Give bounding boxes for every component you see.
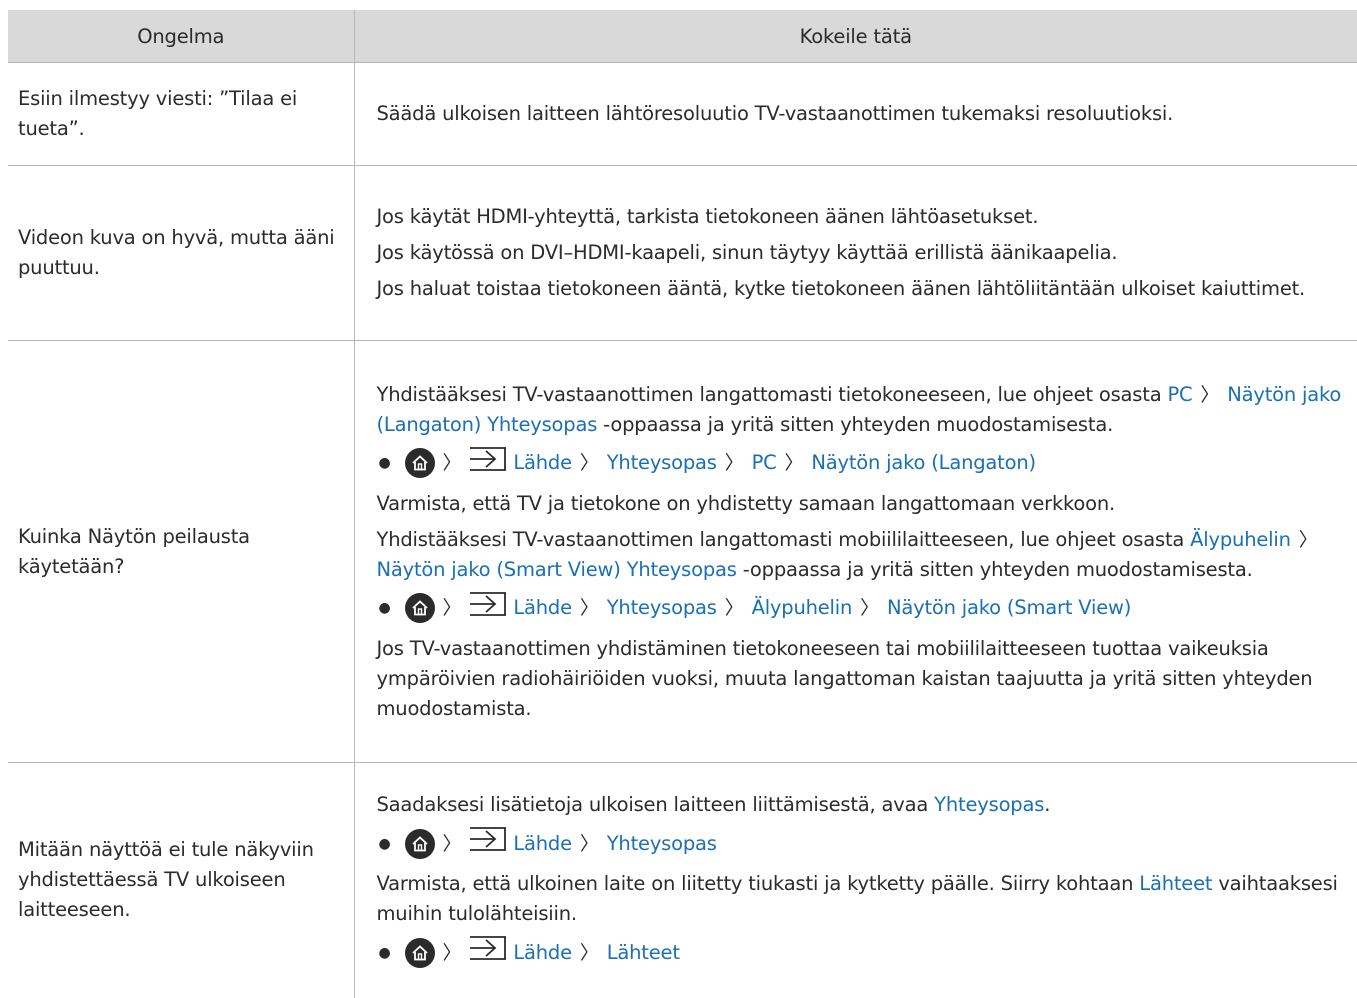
problem-cell: Kuinka Näytön peilausta käytetään? [8, 340, 355, 763]
path-item[interactable]: Lähde [513, 829, 572, 859]
link-pc[interactable]: PC [1167, 383, 1192, 406]
solution-cell: Säädä ulkoisen laitteen lähtöresoluutio … [354, 62, 1357, 166]
link-sources[interactable]: Lähteet [1139, 872, 1212, 895]
solution-text: Varmista, että ulkoinen laite on liitett… [376, 872, 1338, 926]
bullet: ● [378, 600, 391, 616]
path-item[interactable]: PC [752, 448, 777, 478]
table-row: Esiin ilmestyy viesti: ”Tilaa ei tueta”.… [8, 62, 1357, 166]
chevron-right-icon: 〉 [442, 597, 462, 619]
solution-text: Varmista, että TV ja tietokone on yhdist… [376, 491, 1116, 515]
bullet: ● [378, 944, 391, 961]
path-item[interactable]: Älypuhelin [752, 593, 853, 623]
path-item[interactable]: Yhteysopas [607, 829, 717, 859]
home-icon [404, 828, 435, 859]
path-item[interactable]: Lähde [513, 448, 572, 478]
home-icon [404, 448, 435, 478]
chevron-right-icon: 〉 [442, 832, 462, 855]
path-item[interactable]: Lähteet [607, 938, 680, 968]
chevron-right-icon: 〉 [579, 597, 599, 619]
solution-text: Saadaksesi lisätietoja ulkoisen laitteen… [376, 793, 1051, 817]
table-row: Mitään näyttöä ei tule näkyviin yhdistet… [8, 762, 1357, 998]
source-input-icon [469, 826, 507, 861]
menu-path: ● 〉 Lähde 〉 Lähteet [377, 935, 1354, 970]
home-icon [404, 937, 435, 968]
table-row: Kuinka Näytön peilausta käytetään? Yhdis… [8, 340, 1357, 763]
menu-path: ● 〉 Lähde 〉 Yhteysopas 〉 PC 〉 Näytön jak… [377, 446, 1354, 481]
solution-text: Yhdistääksesi TV-vastaanottimen langatto… [376, 527, 1318, 581]
link-smartphone[interactable]: Älypuhelin [1190, 528, 1291, 551]
path-item[interactable]: Lähde [513, 938, 572, 968]
path-item[interactable]: Yhteysopas [607, 593, 717, 623]
bullet: ● [378, 455, 391, 471]
problem-cell: Mitään näyttöä ei tule näkyviin yhdistet… [8, 762, 355, 998]
path-item[interactable]: Yhteysopas [607, 448, 717, 478]
link-connection-guide[interactable]: Yhteysopas [934, 793, 1044, 816]
home-icon [404, 593, 435, 623]
solution-text: Jos käytössä on DVI–HDMI-kaapeli, sinun … [376, 241, 1118, 264]
source-input-icon [469, 591, 507, 626]
table-row: Videon kuva on hyvä, mutta ääni puuttuu.… [8, 165, 1357, 341]
solution-text: Yhdistääksesi TV-vastaanottimen langatto… [376, 382, 1342, 436]
problem-cell: Esiin ilmestyy viesti: ”Tilaa ei tueta”. [8, 62, 355, 166]
source-input-icon [469, 935, 507, 970]
table-header-row: Ongelma Kokeile tätä [8, 10, 1357, 63]
chevron-right-icon: 〉 [1298, 528, 1318, 551]
path-item[interactable]: Näytön jako (Langaton) [811, 448, 1036, 478]
solution-text: Säädä ulkoisen laitteen lähtöresoluutio … [376, 102, 1174, 125]
link-smart-view-guide[interactable]: Näytön jako (Smart View) Yhteysopas [377, 558, 737, 581]
solution-text: Jos haluat toistaa tietokoneen ääntä, ky… [376, 277, 1306, 300]
chevron-right-icon: 〉 [724, 452, 744, 474]
source-input-icon [469, 446, 507, 481]
problem-cell: Videon kuva on hyvä, mutta ääni puuttuu. [8, 165, 355, 341]
header-solution: Kokeile tätä [354, 10, 1357, 63]
solution-cell: Saadaksesi lisätietoja ulkoisen laitteen… [354, 763, 1357, 998]
chevron-right-icon: 〉 [442, 941, 462, 964]
chevron-right-icon: 〉 [579, 452, 599, 474]
chevron-right-icon: 〉 [579, 832, 599, 855]
chevron-right-icon: 〉 [724, 597, 744, 619]
solution-text: Jos käytät HDMI-yhteyttä, tarkista tieto… [376, 205, 1039, 228]
chevron-right-icon: 〉 [579, 941, 599, 964]
solution-cell: Yhdistääksesi TV-vastaanottimen langatto… [354, 340, 1357, 763]
path-item[interactable]: Lähde [513, 593, 572, 623]
chevron-right-icon: 〉 [1200, 383, 1220, 406]
chevron-right-icon: 〉 [860, 597, 879, 619]
header-problem: Ongelma [8, 10, 355, 63]
solution-text: Jos TV-vastaanottimen yhdistäminen tieto… [376, 636, 1313, 720]
bullet: ● [378, 835, 391, 852]
solution-cell: Jos käytät HDMI-yhteyttä, tarkista tieto… [354, 165, 1357, 341]
path-item[interactable]: Näytön jako (Smart View) [887, 593, 1131, 623]
menu-path: ● 〉 Lähde 〉 Yhteysopas 〉 Älypuhelin 〉 Nä… [377, 591, 1354, 626]
menu-path: ● 〉 Lähde 〉 Yhteysopas [377, 826, 1354, 861]
chevron-right-icon: 〉 [784, 452, 804, 474]
troubleshooting-table: Ongelma Kokeile tätä Esiin ilmestyy vies… [8, 10, 1357, 998]
chevron-right-icon: 〉 [442, 452, 462, 474]
